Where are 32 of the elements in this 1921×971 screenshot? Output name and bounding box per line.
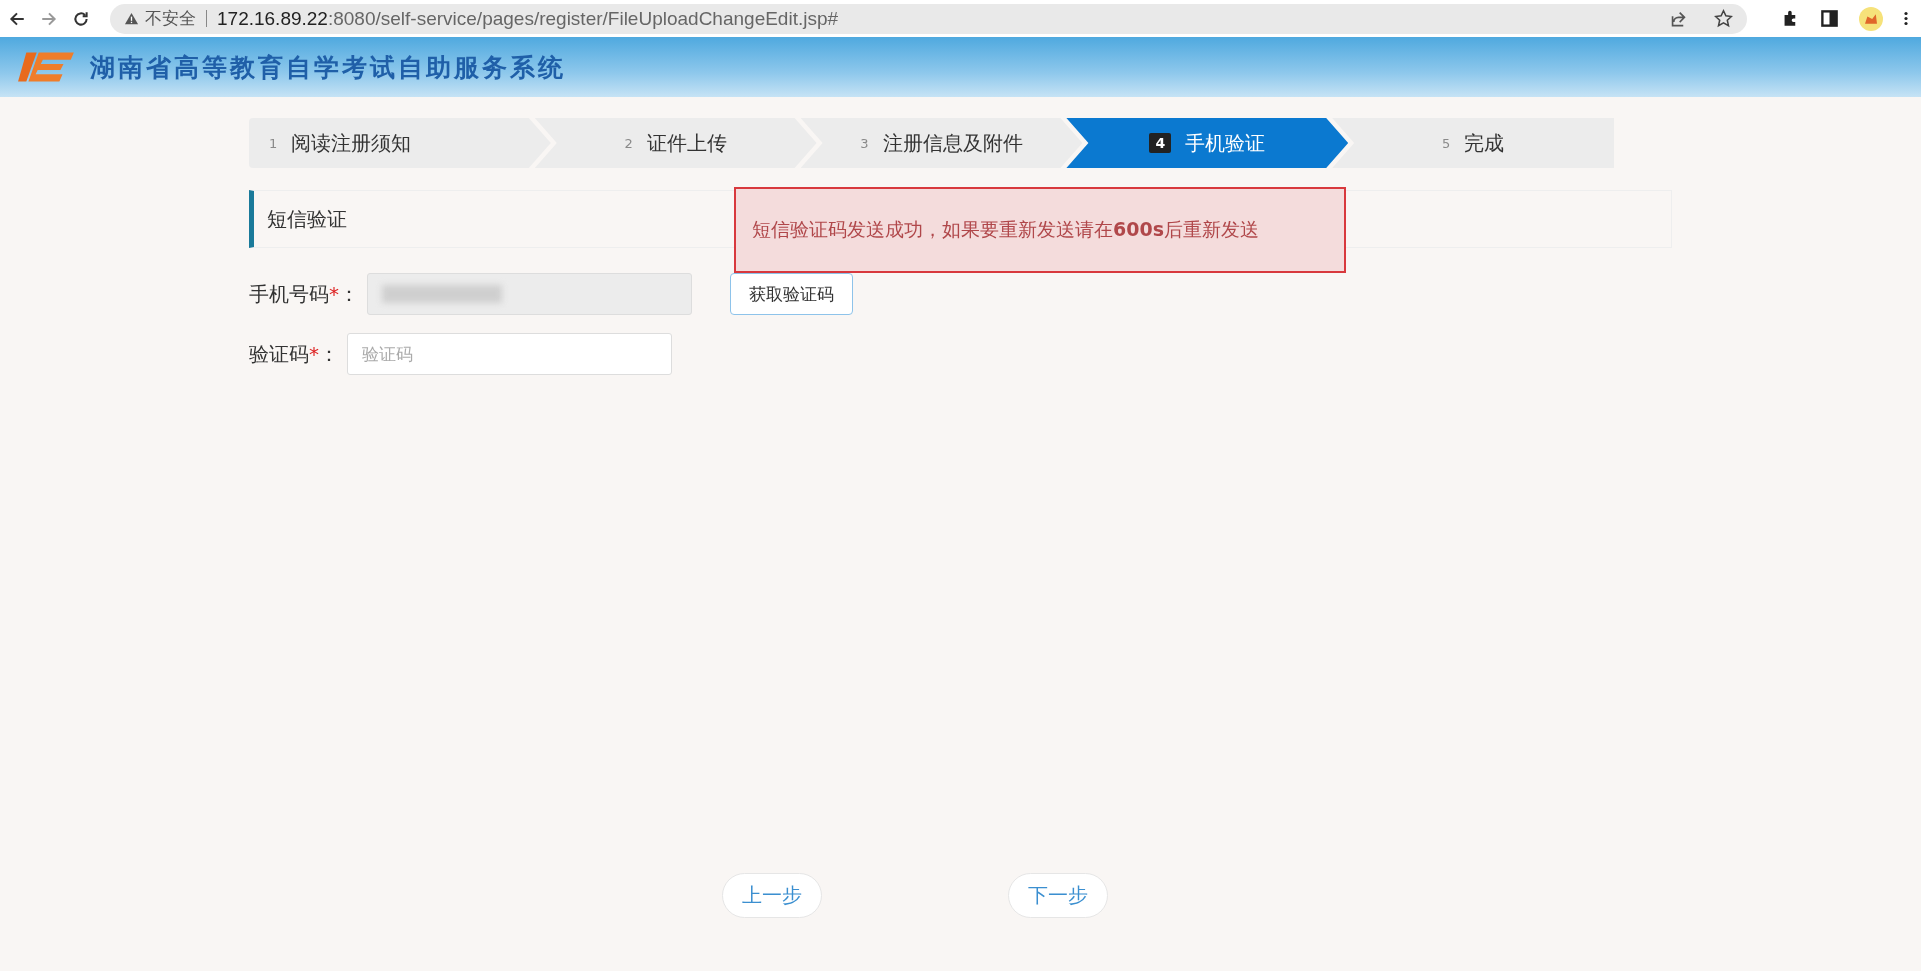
warning-icon <box>124 11 139 26</box>
step-label: 完成 <box>1464 129 1505 157</box>
address-bar[interactable]: 不安全 172.16.89.22:8080/self-service/pages/register/FileUploadChangeEdit.jsp# <box>110 3 1747 34</box>
section-title: 短信验证 <box>267 205 347 233</box>
side-panel-icon[interactable] <box>1820 9 1839 28</box>
step-number: 2 <box>624 135 633 151</box>
colon-text: ： <box>339 280 359 308</box>
get-code-button[interactable]: 获取验证码 <box>730 273 853 315</box>
site-title: 湖南省高等教育自学考试自助服务系统 <box>90 51 566 84</box>
url-host: 172.16.89.22 <box>217 7 328 29</box>
code-field[interactable]: 验证码 <box>347 333 672 375</box>
step-label: 注册信息及附件 <box>882 129 1023 157</box>
alert-text: 短信验证码发送成功，如果要重新发送请在600s后重新发送 <box>752 217 1259 242</box>
security-label: 不安全 <box>145 7 196 30</box>
field-label: 验证码 <box>249 340 309 368</box>
step-number: 4 <box>1149 133 1172 153</box>
required-mark: * <box>309 342 319 366</box>
share-icon[interactable] <box>1669 9 1688 28</box>
url-path: :8080/self-service/pages/register/FileUploadChangeEdit.jsp# <box>327 7 839 29</box>
step-label: 阅读注册须知 <box>291 129 412 157</box>
reload-icon[interactable] <box>72 9 90 28</box>
step-number: 1 <box>269 135 278 151</box>
step-number: 5 <box>1441 135 1451 151</box>
avatar-icon[interactable] <box>1859 6 1883 31</box>
star-icon[interactable] <box>1714 9 1733 28</box>
field-label: 手机号码 <box>249 280 329 308</box>
step-label: 证件上传 <box>646 129 727 157</box>
step-number: 3 <box>860 135 869 151</box>
required-mark: * <box>329 282 339 306</box>
colon-text: ： <box>319 340 339 368</box>
menu-icon[interactable] <box>1903 9 1909 28</box>
step-label: 手机验证 <box>1185 129 1266 157</box>
